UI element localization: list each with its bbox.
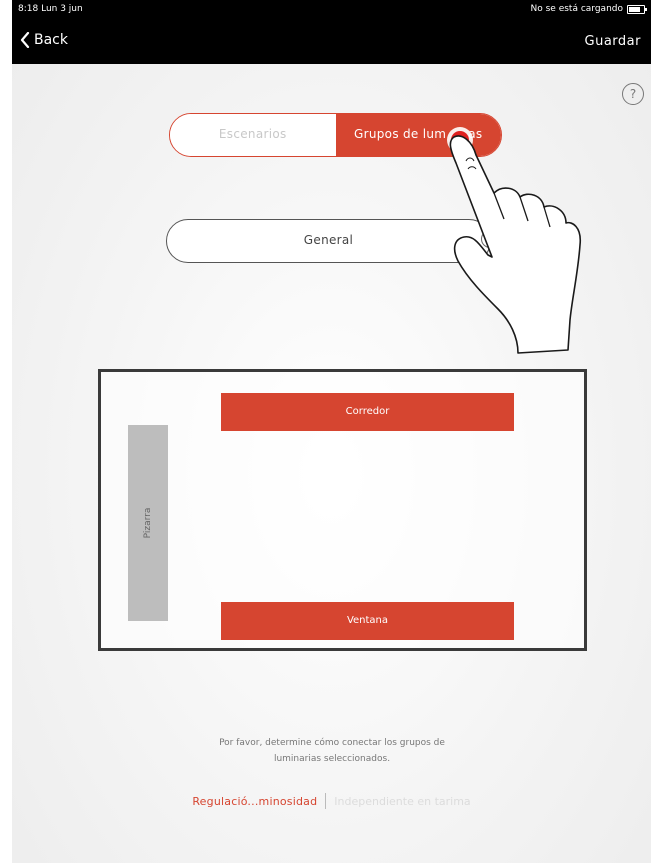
mode-option-dimming[interactable]: Regulació...minosidad	[192, 795, 317, 808]
segment-luminaire-groups-label-tail: as	[468, 127, 483, 141]
chevron-right-icon	[481, 230, 499, 248]
segment-scenarios[interactable]: Escenarios	[170, 114, 336, 156]
instructions-line-2: luminarias seleccionados.	[273, 754, 391, 764]
segment-luminaire-groups-label: Grupos de lum	[354, 127, 447, 141]
back-button-label: Back	[34, 32, 68, 48]
luminaire-group-ventana[interactable]: Ventana	[221, 602, 514, 640]
app-screen: 8:18 Lun 3 jun No se está cargando Back …	[12, 0, 651, 863]
mode-divider	[325, 793, 327, 809]
help-button[interactable]: ?	[622, 83, 644, 105]
chevron-left-icon	[20, 32, 30, 48]
status-battery: No se está cargando	[530, 0, 647, 18]
battery-icon	[627, 5, 647, 14]
group-selector[interactable]: General	[166, 219, 499, 263]
luminaire-group-corredor[interactable]: Corredor	[221, 393, 514, 431]
mode-option-independent[interactable]: Independiente en tarima	[334, 795, 470, 808]
board-pizarra: Pizarra	[128, 425, 168, 621]
status-bar: 8:18 Lun 3 jun No se está cargando	[12, 0, 651, 18]
instructions-line-1: Por favor, determine cómo conectar los g…	[219, 738, 445, 748]
mode-segmented-control: Escenarios Grupos de lum as	[169, 113, 502, 157]
board-label: Pizarra	[143, 507, 153, 539]
battery-status-text: No se está cargando	[530, 4, 623, 14]
room-plan: Corredor Pizarra Ventana	[98, 369, 587, 651]
instructions-text: Por favor, determine cómo conectar los g…	[172, 735, 492, 767]
group-selector-value: General	[303, 233, 354, 247]
status-time-date: 8:18 Lun 3 jun	[18, 0, 83, 18]
status-date: Lun 3 jun	[41, 4, 83, 14]
status-time: 8:18	[18, 4, 39, 14]
navigation-bar: Back Guardar	[12, 18, 651, 64]
save-button[interactable]: Guardar	[585, 34, 641, 49]
connection-mode-options: Regulació...minosidad Independiente en t…	[12, 793, 651, 809]
back-button[interactable]: Back	[20, 32, 68, 48]
segment-luminaire-groups[interactable]: Grupos de lum as	[335, 114, 501, 156]
